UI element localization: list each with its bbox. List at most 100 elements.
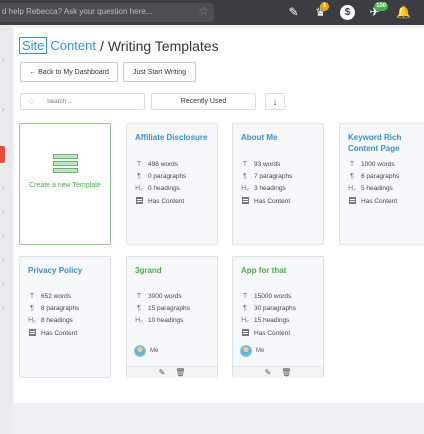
table-icon [134,197,144,206]
back-to-dashboard-button[interactable]: ← Back to My Dashboard [20,62,118,82]
paragraph-icon: ¶ [137,305,141,312]
content-status: Has Content [134,197,184,206]
heading-icon: H₂ [135,185,143,192]
pencil-icon[interactable]: ✎ [285,4,302,21]
help-search-placeholder: d help Rebecca? Ask your question here..… [2,7,153,16]
template-title[interactable]: Affiliate Disclosure [135,132,213,143]
template-card[interactable]: About Me T 93 words ¶ 7 paragraphs H₂ 3 hea… [232,123,324,245]
arrow-left-icon: ← [29,68,37,76]
just-start-writing-button[interactable]: Just Start Writing [123,62,196,82]
table-icon [240,329,250,338]
paragraph-count: ¶ 7 paragraphs [240,173,292,180]
table-icon [27,329,37,338]
paragraph-icon: ¶ [243,305,247,312]
notification-badge: 1 [320,2,329,11]
text-icon: T [136,293,142,300]
template-title[interactable]: Privacy Policy [28,265,106,276]
paragraph-count: ¶ 30 paragraphs [240,305,296,312]
template-stack-icon [53,154,78,174]
heading-icon: H₂ [241,317,249,324]
page-title: Site Content / Writing Templates [19,37,219,54]
heading-count: H₂ 10 headings [135,317,184,324]
table-icon [240,197,250,206]
chevron-right-icon[interactable]: › [2,207,5,216]
content-status: Has Content [240,197,290,206]
heading-icon: H₂ [28,317,36,324]
paragraph-count: ¶ 15 paragraphs [134,305,190,312]
dollar-coin-icon[interactable]: $ [340,5,355,20]
chevron-right-icon[interactable]: › [2,303,5,312]
template-card[interactable]: App for that T 15000 words ¶ 30 paragraphs… [232,256,324,378]
template-owner: Me [134,345,158,357]
content-status: Has Content [347,197,397,206]
word-count: T 1000 words [347,161,395,168]
template-title[interactable]: About Me [241,132,319,143]
sort-direction-button[interactable]: ↓ [265,93,285,110]
text-icon: T [29,293,35,300]
heading-count: H₂ 0 headings [135,185,180,192]
rocket-badge: 100 [374,2,389,11]
content-status: Has Content [27,329,77,338]
avatar [240,345,252,357]
trash-icon[interactable]: 🗑 [281,368,291,377]
word-count: T 93 words [240,161,281,168]
trash-icon[interactable]: 🗑 [175,368,185,377]
card-actions: ✎ 🗑 [233,366,323,378]
create-template-card[interactable]: Create a new Template [19,123,111,245]
content-status: Has Content [240,329,290,338]
template-owner: Me [240,345,264,357]
template-title[interactable]: App for that [241,265,319,276]
edit-pencil-icon[interactable]: ✎ [265,368,272,377]
heading-icon: H₂ [135,317,143,324]
template-search-field[interactable]: ○ [20,93,145,110]
help-search-box[interactable]: d help Rebecca? Ask your question here..… [0,3,214,22]
card-actions: ✎ 🗑 [127,366,217,378]
bell-icon[interactable]: 🔔 [395,4,412,21]
chevron-right-icon[interactable]: › [2,279,5,288]
word-count: T 498 words [134,161,178,168]
title-separator: / [99,37,104,54]
template-title[interactable]: Keyword Rich Content Page [348,132,420,154]
heading-count: H₂ 8 headings [28,317,73,324]
chevron-right-icon[interactable]: › [2,55,5,64]
paragraph-icon: ¶ [243,173,247,180]
word-count: T 3000 words [134,293,182,300]
paragraph-icon: ¶ [350,173,354,180]
paragraph-count: ¶ 6 paragraphs [347,173,399,180]
template-card[interactable]: Privacy Policy T 652 words ¶ 8 paragraphs … [19,256,111,378]
text-icon: T [136,161,142,168]
table-icon [347,197,357,206]
chevron-right-icon[interactable]: › [2,183,5,192]
logo-content: Content [50,38,96,53]
star-icon[interactable]: ☆ [198,4,209,18]
edit-pencil-icon[interactable]: ✎ [159,368,166,377]
text-icon: T [242,293,248,300]
search-icon: ○ [29,96,35,106]
template-search-input[interactable] [47,95,142,108]
sort-select[interactable]: Recently Used [151,93,256,110]
template-title[interactable]: 3grand [135,265,213,276]
text-icon: T [349,161,355,168]
heading-count: H₂ 15 headings [241,317,290,324]
chevron-right-icon[interactable]: › [2,231,5,240]
arrow-down-icon: ↓ [272,96,278,107]
heading-icon: H₂ [241,185,249,192]
avatar [134,345,146,357]
template-card[interactable]: Keyword Rich Content Page T 1000 words ¶ 6… [339,123,424,245]
left-rail: › › › › › › › › [0,25,12,434]
text-icon: T [242,161,248,168]
heading-icon: H₂ [348,185,356,192]
chevron-right-icon[interactable]: › [2,105,5,114]
create-template-label: Create a new Template [29,182,101,189]
chevron-right-icon[interactable]: › [2,255,5,264]
template-card[interactable]: Affiliate Disclosure T 498 words ¶ 0 parag… [126,123,218,245]
paragraph-icon: ¶ [137,173,141,180]
paragraph-icon: ¶ [30,305,34,312]
template-card[interactable]: 3grand T 3000 words ¶ 15 paragraphs H₂ 10 h… [126,256,218,378]
rail-active-indicator[interactable] [0,146,5,163]
paragraph-count: ¶ 8 paragraphs [27,305,79,312]
page-title-text: Writing Templates [107,37,219,54]
paragraph-count: ¶ 0 paragraphs [134,173,186,180]
back-button-label: Back to My Dashboard [38,68,109,76]
logo-site: Site [19,37,48,54]
